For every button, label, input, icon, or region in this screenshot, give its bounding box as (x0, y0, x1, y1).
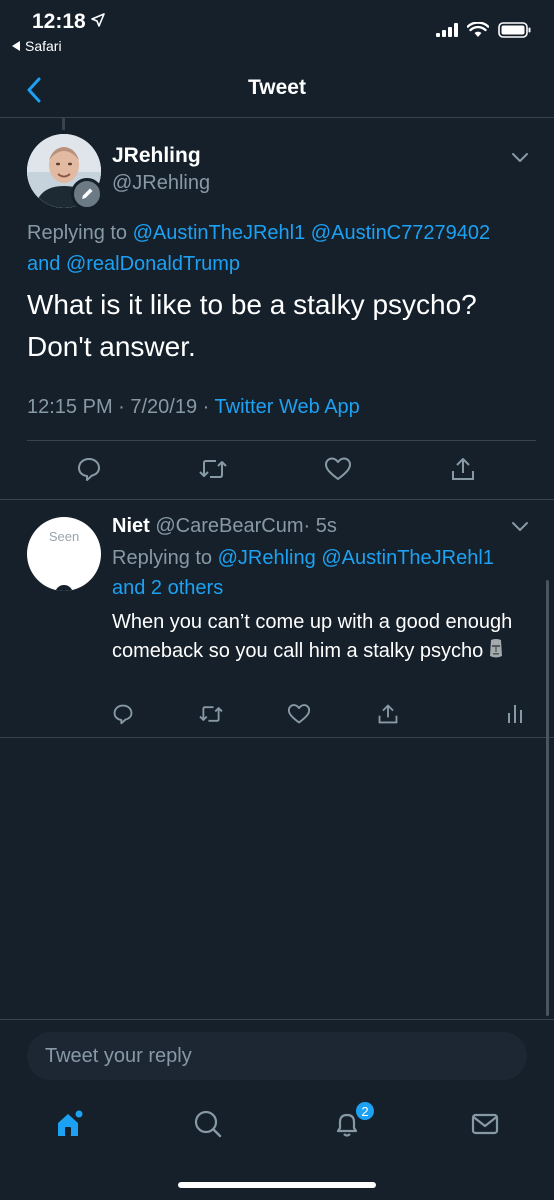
reply-button[interactable] (108, 699, 138, 729)
tweet-text: What is it like to be a stalky psycho? D… (27, 289, 477, 362)
retweet-icon (199, 706, 223, 722)
retweet-icon (199, 460, 227, 478)
signal-icon (436, 23, 458, 37)
avatar-dot (55, 585, 73, 591)
status-time: 12:18 (32, 10, 86, 33)
notification-count-badge: 2 (354, 1100, 376, 1122)
wifi-icon (467, 22, 489, 37)
status-indicators (436, 22, 532, 38)
share-icon (378, 704, 398, 724)
moai-emoji-icon (490, 638, 503, 657)
like-button[interactable] (284, 699, 314, 729)
replying-to: Replying to @AustinTheJRehl1 @AustinC772… (27, 218, 532, 280)
tweet-text: When you can’t come up with a good enoug… (112, 608, 532, 665)
heart-icon (287, 704, 311, 724)
location-arrow-icon (91, 13, 105, 32)
divider (27, 440, 536, 441)
reply-button[interactable] (74, 454, 104, 484)
others-link[interactable]: and 2 others (112, 577, 223, 599)
pencil-badge-icon (71, 178, 103, 210)
avatar[interactable]: Seen (27, 517, 101, 591)
avatar-text: Seen (48, 529, 80, 544)
retweet-button[interactable] (196, 699, 226, 729)
search-icon (194, 1110, 222, 1138)
back-triangle-icon (12, 41, 20, 51)
analytics-icon (508, 705, 522, 723)
replying-to-label: Replying to (27, 222, 128, 244)
mention-link[interactable]: @realDonaldTrump (66, 253, 240, 275)
home-icon (58, 1110, 83, 1136)
tweet-options-button[interactable] (511, 150, 529, 168)
scrollbar[interactable] (546, 580, 549, 1016)
back-to-safari-link[interactable]: Safari (12, 38, 62, 54)
back-app-label: Safari (25, 38, 62, 54)
tweet-age: · 5s (303, 515, 337, 537)
reply-input[interactable] (27, 1032, 527, 1080)
tweet-source-link[interactable]: Twitter Web App (215, 396, 360, 418)
reply-header: Niet @CareBearCum· 5s (112, 515, 337, 538)
chevron-down-icon (512, 153, 528, 162)
author-handle[interactable]: @CareBearCum (155, 515, 303, 537)
tab-messages[interactable] (463, 1102, 507, 1146)
share-icon (452, 458, 474, 480)
tab-home[interactable] (47, 1102, 91, 1146)
replying-to-label: Replying to (112, 547, 213, 569)
author-name[interactable]: JRehling (112, 144, 201, 168)
top-nav-bar: Tweet (0, 62, 554, 118)
and-label: and (27, 253, 61, 275)
mail-icon (471, 1113, 499, 1135)
main-tweet: JRehling @JRehling Replying to @AustinTh… (0, 118, 554, 500)
home-indicator[interactable] (178, 1182, 376, 1188)
mention-link[interactable]: @JRehling (218, 547, 316, 569)
share-button[interactable] (373, 699, 403, 729)
replying-to: Replying to @JRehling @AustinTheJRehl1 a… (112, 543, 532, 603)
tweet-actions (0, 699, 554, 729)
tweet-timestamp: 12:15 PM · 7/20/19 · (27, 396, 215, 418)
page-title: Tweet (248, 76, 306, 99)
reply-icon (78, 458, 100, 481)
tweet-text-content: When you can’t come up with a good enoug… (112, 611, 513, 662)
share-button[interactable] (448, 454, 478, 484)
tweet-actions (0, 454, 554, 488)
tweet-options-button[interactable] (511, 519, 529, 537)
reply-icon (113, 704, 133, 725)
status-bar: 12:18 Safari (0, 0, 554, 62)
mention-link[interactable]: @AustinTheJRehl1 (133, 222, 306, 244)
author-name[interactable]: Niet (112, 515, 150, 537)
analytics-button[interactable] (500, 699, 530, 729)
reply-composer (0, 1019, 554, 1091)
chevron-down-icon (512, 522, 528, 531)
author-handle[interactable]: @JRehling (112, 172, 210, 195)
like-button[interactable] (323, 454, 353, 484)
battery-icon (498, 22, 531, 38)
retweet-button[interactable] (198, 454, 228, 484)
tab-search[interactable] (186, 1102, 230, 1146)
mention-link[interactable]: @AustinTheJRehl1 (321, 547, 494, 569)
mention-link[interactable]: @AustinC77279402 (311, 222, 490, 244)
heart-icon (325, 457, 351, 480)
tweet-meta: 12:15 PM · 7/20/19 · Twitter Web App (27, 396, 360, 419)
reply-tweet[interactable]: Seen Niet @CareBearCum· 5s Replying to @… (0, 501, 554, 738)
